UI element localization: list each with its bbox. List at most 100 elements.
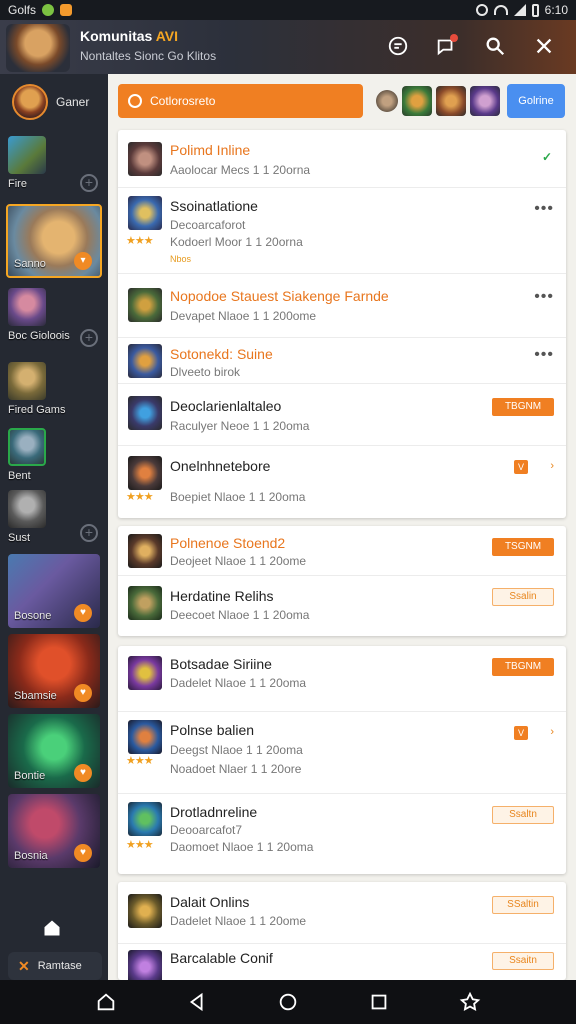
item-title: Polnenoe Stoend2 [170,535,286,551]
add-icon[interactable]: + [80,524,98,542]
item-avatar [128,586,162,620]
chat-button[interactable] [384,32,412,60]
sidebar-item-bent[interactable]: Bent [8,428,100,482]
add-icon[interactable]: + [80,174,98,192]
item-title: Herdatine Relihs [170,588,274,604]
item-subtitle: Decoarcaforot [170,218,246,232]
main-content: Cotlorosreto Golrine Polimd Inline Aaolo… [108,74,576,984]
more-options-icon[interactable]: ••• [534,288,554,306]
game-icon[interactable] [470,86,500,116]
sidebar-thumb [8,362,46,400]
close-icon: ✕ [18,957,30,974]
header-hero-image [6,24,70,72]
sidebar-item-bosone[interactable]: Bosone ♥ [8,554,100,628]
sidebar-item-label: Bontie [14,770,46,782]
sidebar-item-bosnia[interactable]: Bosnia ♥ [8,794,100,868]
item-title: Drotladnreline [170,804,258,820]
sidebar-item-label: Fired Gams [8,404,66,416]
chevron-button[interactable]: V [514,726,528,740]
more-options-icon[interactable]: ••• [534,200,554,218]
list-item[interactable]: Deoclarienlaltaleo Raculyer Neoe 1 1 20o… [118,384,566,446]
add-icon[interactable]: + [80,329,98,347]
list-item[interactable]: Sotonekd: Suine Dlveeto birok ••• [118,338,566,384]
sidebar-thumb [8,136,46,174]
chevron-down-icon: ▾ [74,252,92,270]
chevron-button[interactable]: V [514,460,528,474]
profile-name: Ganer [56,95,90,109]
list-item[interactable]: Polnenoe Stoend2 Deojeet Nlaoe 1 1 20ome… [118,526,566,576]
list-item[interactable]: Polnse balien Deegst Nlaoe 1 1 20oma ★★★… [118,712,566,794]
sidebar-item-fired-gams[interactable]: Fired Gams [8,362,100,416]
home-icon[interactable] [95,991,117,1013]
app-notification-icon-2 [60,4,73,16]
list-item[interactable]: Polimd Inline Aaolocar Mecs 1 1 20orna ✓ [118,130,566,188]
list-item[interactable]: Dalait Onlins Dadelet Nlaoe 1 1 20ome SS… [118,882,566,944]
square-recents-icon[interactable] [368,991,390,1013]
item-avatar [128,802,162,836]
list-item[interactable]: Botsadae Siriine Dadelet Nlaoe 1 1 20oma… [118,646,566,712]
status-left-text: Golfs [8,3,37,17]
sidebar-profile[interactable]: Ganer [12,84,89,120]
join-button[interactable]: TBGNM [492,398,554,416]
join-button[interactable]: TSGNM [492,538,554,556]
rating-stars: ★★★ [126,491,154,503]
sidebar-footer-button[interactable]: ✕ Ramtase [8,952,102,980]
item-title: Botsadae Siriine [170,656,272,672]
search-button[interactable] [481,32,509,60]
circle-home-icon[interactable] [277,991,299,1013]
list-item[interactable]: Drotladnreline Deooarcafot7 ★★★ Daomoet … [118,794,566,874]
item-avatar [128,534,162,568]
notification-button[interactable] [432,32,460,60]
wifi-icon [493,5,508,15]
group-card: Polnenoe Stoend2 Deojeet Nlaoe 1 1 20ome… [118,526,566,636]
item-meta: Kodoerl Moor 1 1 20orna [170,235,303,249]
sidebar-item-label: Bosnia [14,850,48,862]
topbar-action-button[interactable]: Golrine [507,84,565,118]
screen: Golfs 6:10 Komunitas AVI Nontaltes Sionc… [0,0,576,1024]
list-item[interactable]: Onelnhnetebore ★★★ Boepiet Nlaoe 1 1 20o… [118,446,566,518]
join-button[interactable]: Ssaitn [492,952,554,970]
item-title: Polnse balien [170,722,255,738]
more-options-icon[interactable]: ••• [534,346,554,364]
home-shortcut[interactable] [42,918,62,940]
join-button[interactable]: Ssaltn [492,806,554,824]
join-button[interactable]: Ssalin [492,588,554,606]
item-subtitle: Raculyer Neoe 1 1 20oma [170,419,310,433]
list-item[interactable]: Herdatine Relihs Deecoet Nlaoe 1 1 20oma… [118,576,566,636]
sidebar-item-bontie[interactable]: Bontie ♥ [8,714,100,788]
sidebar-item-label: Bent [8,470,31,482]
sidebar-item-label: Bosone [14,610,52,622]
signal-icon [513,4,526,16]
group-card: Dalait Onlins Dadelet Nlaoe 1 1 20ome SS… [118,882,566,984]
sidebar-item-sanno[interactable]: Sanno ▾ [6,204,102,278]
list-item[interactable]: Barcalable Conif Ssaitn [118,944,566,984]
back-icon[interactable] [186,991,208,1013]
heart-icon: ♥ [74,604,92,622]
item-avatar [128,456,162,490]
item-avatar [128,656,162,690]
game-icon[interactable] [436,86,466,116]
item-avatar [128,344,162,378]
close-icon [536,38,552,54]
rating-stars: ★★★ [126,235,154,247]
rating-stars: ★★★ [126,839,154,851]
item-subtitle: Aaolocar Mecs 1 1 20orna [170,163,311,177]
join-button[interactable]: SSaltin [492,896,554,914]
join-button[interactable]: TBGNM [492,658,554,676]
battery-icon [531,3,539,17]
close-button[interactable] [530,32,558,60]
item-subtitle: Dadelet Nlaoe 1 1 20oma [170,676,307,690]
game-icon[interactable] [402,86,432,116]
chevron-right-icon: › [550,460,554,472]
list-item[interactable]: Nopodoe Stauest Siakenge Farnde Devapet … [118,274,566,338]
assistant-icon[interactable] [459,991,481,1013]
item-subtitle: Deooarcafot7 [170,823,243,837]
list-item[interactable]: Ssoinatlatione Decoarcaforot ★★★ Kodoerl… [118,188,566,274]
sidebar-item-sbamsie[interactable]: Sbamsie ♥ [8,634,100,708]
search-icon [486,37,505,56]
item-avatar [128,396,162,430]
status-time: 6:10 [544,3,568,17]
game-icon[interactable] [376,90,398,112]
search-input[interactable]: Cotlorosreto [118,84,363,118]
item-tag: Nbos [170,254,192,264]
